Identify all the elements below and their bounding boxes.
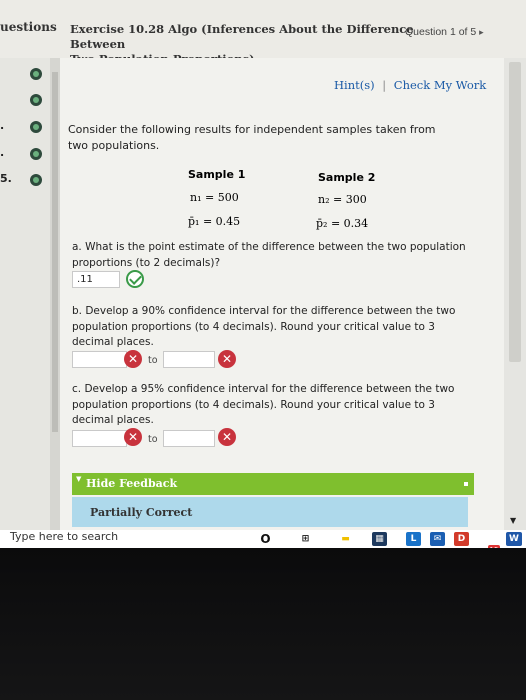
feedback-status-panel: Partially Correct xyxy=(72,497,468,527)
collapse-arrow-icon: ▼ xyxy=(76,475,82,483)
part-c-question: c. Develop a 95% confidence interval for… xyxy=(72,383,455,426)
check-my-work-link[interactable]: Check My Work xyxy=(394,78,486,92)
hide-feedback-bar[interactable]: ▼ Hide Feedback xyxy=(72,473,474,495)
next-question-icon[interactable]: ▸ xyxy=(479,27,484,37)
part-b-upper-input[interactable] xyxy=(163,351,215,368)
hint-links: Hint(s) | Check My Work xyxy=(334,78,486,92)
exercise-title-line1: Exercise 10.28 Algo (Inferences About th… xyxy=(70,22,414,51)
word-icon[interactable]: W xyxy=(506,532,522,546)
sample1-p: p̄₁ = 0.45 xyxy=(188,215,241,228)
store-icon[interactable]: ▦ xyxy=(372,532,387,546)
content-scroll-thumb[interactable] xyxy=(509,62,521,362)
sidebar-item-number: 5. xyxy=(0,172,12,185)
problem-prompt: Consider the following results for indep… xyxy=(68,123,436,152)
incorrect-x-icon: ✕ xyxy=(124,350,142,368)
task-view-icon[interactable]: ⊞ xyxy=(298,532,313,546)
app-l-icon[interactable]: L xyxy=(406,532,421,546)
sidebar-item-number: . xyxy=(0,146,5,159)
status-dot-icon xyxy=(30,68,42,80)
sidebar-item-q5[interactable]: 5. xyxy=(0,168,60,192)
part-c-to-label: to xyxy=(148,434,158,445)
taskbar-search-input[interactable]: Type here to search xyxy=(10,530,118,543)
mail-icon[interactable]: ✉ xyxy=(430,532,445,546)
scroll-down-icon[interactable]: ▼ xyxy=(510,516,516,525)
status-dot-icon xyxy=(30,94,42,106)
part-b-question: b. Develop a 90% confidence interval for… xyxy=(72,305,456,348)
screen: uestions Exercise 10.28 Algo (Inferences… xyxy=(0,0,526,548)
sample2-p: p̄₂ = 0.34 xyxy=(316,217,369,230)
sample2-n: n₂ = 300 xyxy=(318,193,367,206)
part-b-to-label: to xyxy=(148,355,158,366)
part-c-lower-input[interactable] xyxy=(72,430,127,447)
top-bar: uestions Exercise 10.28 Algo (Inferences… xyxy=(0,0,526,66)
sidebar-item-q3[interactable]: . xyxy=(0,115,60,139)
question-count-label: Question 1 of 5 xyxy=(405,26,477,38)
incorrect-x-icon: ✕ xyxy=(218,350,236,368)
incorrect-x-icon: ✕ xyxy=(218,428,236,446)
status-dot-icon xyxy=(30,121,42,133)
sample1-header: Sample 1 xyxy=(188,168,246,181)
part-c-upper-input[interactable] xyxy=(163,430,215,447)
part-a-answer-input[interactable]: .11 xyxy=(72,271,120,288)
question-counter[interactable]: Question 1 of 5 ▸ xyxy=(405,26,484,38)
part-a-question: a. What is the point estimate of the dif… xyxy=(72,241,466,269)
sample1-n: n₁ = 500 xyxy=(190,191,239,204)
sidebar-item-q1[interactable] xyxy=(0,62,60,86)
hint-link[interactable]: Hint(s) xyxy=(334,78,375,92)
status-dot-icon xyxy=(30,174,42,186)
hide-feedback-label: Hide Feedback xyxy=(86,477,178,490)
status-dot-icon xyxy=(30,148,42,160)
monitor-bezel xyxy=(0,548,526,700)
incorrect-x-icon: ✕ xyxy=(124,428,142,446)
questions-heading: uestions xyxy=(0,20,57,34)
sidebar-item-number: . xyxy=(0,119,5,132)
cortana-icon[interactable]: O xyxy=(258,532,273,546)
resize-corner-icon xyxy=(464,482,468,486)
sidebar-item-q4[interactable]: . xyxy=(0,142,60,166)
feedback-status-label: Partially Correct xyxy=(90,506,193,519)
file-explorer-icon[interactable]: ▬ xyxy=(338,532,353,546)
sample2-header: Sample 2 xyxy=(318,171,376,184)
app-d-icon[interactable]: D xyxy=(454,532,469,546)
part-b-lower-input[interactable] xyxy=(72,351,127,368)
link-separator: | xyxy=(382,78,387,92)
sidebar-item-q2[interactable] xyxy=(0,88,60,112)
correct-check-icon xyxy=(126,270,144,288)
